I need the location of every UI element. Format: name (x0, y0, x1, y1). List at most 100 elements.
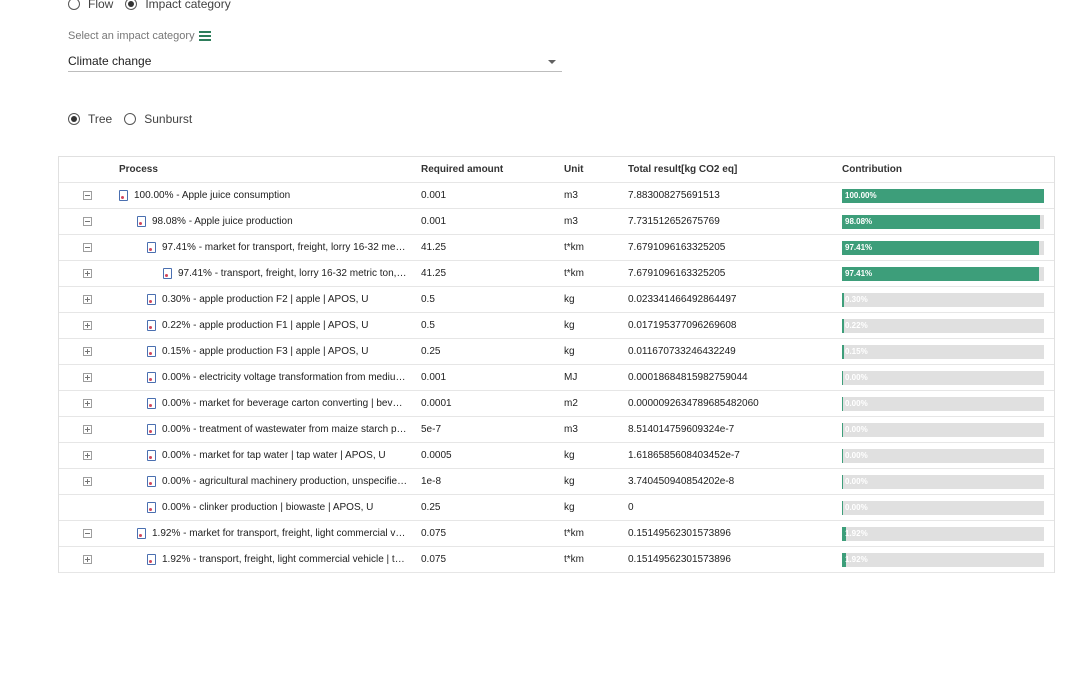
table-row[interactable]: 1.92% - market for transport, freight, l… (59, 521, 1054, 547)
contribution-label: 0.22% (845, 321, 868, 330)
unit-cell: kg (564, 346, 575, 357)
table-row[interactable]: 97.41% - transport, freight, lorry 16-32… (59, 261, 1054, 287)
table-row[interactable]: 0.30% - apple production F2 | apple | AP… (59, 287, 1054, 313)
table-row[interactable]: 98.08% - Apple juice production 0.001 m3 7.… (59, 209, 1054, 235)
contribution-bar-track: 98.08% (842, 215, 1044, 229)
table-row[interactable]: 0.00% - treatment of wastewater from mai… (59, 417, 1054, 443)
contribution-bar-fill (842, 423, 843, 437)
impact-category-radio-label[interactable]: Impact category (145, 0, 230, 11)
impact-category-select[interactable]: Climate change (68, 51, 562, 72)
expand-icon[interactable] (83, 347, 92, 356)
table-row[interactable]: 100.00% - Apple juice consumption 0.001 m3… (59, 183, 1054, 209)
process-name[interactable]: 0.30% - apple production F2 | apple | AP… (162, 287, 368, 313)
collapse-icon[interactable] (83, 217, 92, 226)
header-process[interactable]: Process (119, 157, 409, 183)
process-cell: 98.08% - Apple juice production (119, 209, 409, 235)
chevron-down-icon[interactable] (548, 60, 556, 64)
sunburst-radio[interactable] (124, 113, 137, 125)
contribution-bar-track: 0.15% (842, 345, 1044, 359)
contribution-cell: 100.00% (842, 183, 1047, 209)
required-amount-cell: 0.075 (421, 554, 447, 565)
row-toggle-cell (83, 365, 97, 391)
row-toggle-cell (83, 521, 97, 547)
contribution-label: 0.30% (845, 295, 868, 304)
list-icon[interactable] (198, 31, 211, 41)
table-row[interactable]: 0.00% - electricity voltage transformati… (59, 365, 1054, 391)
contribution-cell: 97.41% (842, 235, 1047, 261)
expand-icon[interactable] (83, 451, 92, 460)
expand-icon[interactable] (83, 425, 92, 434)
required-amount-cell: 0.5 (421, 294, 435, 305)
contribution-label: 0.00% (845, 451, 868, 460)
impact-category-radio[interactable] (125, 0, 138, 10)
table-row[interactable]: 97.41% - market for transport, freight, … (59, 235, 1054, 261)
table-row[interactable]: 0.00% - agricultural machinery productio… (59, 469, 1054, 495)
total-result-cell: 0.0000092634789685482060 (628, 398, 759, 409)
required-amount-cell: 0.001 (421, 190, 447, 201)
table-body: 100.00% - Apple juice consumption 0.001 m3… (59, 183, 1054, 573)
contribution-cell: 0.00% (842, 391, 1047, 417)
process-name[interactable]: 0.15% - apple production F3 | apple | AP… (162, 339, 368, 365)
expand-icon[interactable] (83, 399, 92, 408)
process-name[interactable]: 0.00% - clinker production | biowaste | … (162, 495, 373, 521)
table-row[interactable]: 0.22% - apple production F1 | apple | AP… (59, 313, 1054, 339)
required-amount-cell: 0.001 (421, 372, 447, 383)
table-row[interactable]: 0.00% - market for tap water | tap water… (59, 443, 1054, 469)
contribution-bar-track: 97.41% (842, 241, 1044, 255)
contribution-cell: 0.00% (842, 417, 1047, 443)
process-cell: 1.92% - transport, freight, light commer… (119, 547, 409, 573)
collapse-icon[interactable] (83, 243, 92, 252)
process-name[interactable]: 0.00% - market for tap water | tap water… (162, 443, 386, 469)
impact-category-select-label: Select an impact category (68, 30, 211, 42)
row-toggle-cell (83, 339, 97, 365)
table-row[interactable]: 1.92% - transport, freight, light commer… (59, 547, 1054, 573)
table-row[interactable]: 0.00% - clinker production | biowaste | … (59, 495, 1054, 521)
table-row[interactable]: 0.00% - market for beverage carton conve… (59, 391, 1054, 417)
contribution-label: 0.00% (845, 503, 868, 512)
collapse-icon[interactable] (83, 191, 92, 200)
expand-icon[interactable] (83, 373, 92, 382)
table-row[interactable]: 0.15% - apple production F3 | apple | AP… (59, 339, 1054, 365)
expand-icon[interactable] (83, 321, 92, 330)
process-cell: 97.41% - transport, freight, lorry 16-32… (119, 261, 409, 287)
process-name[interactable]: 0.00% - treatment of wastewater from mai… (162, 417, 408, 443)
contribution-bar-track: 0.30% (842, 293, 1044, 307)
contribution-bar-fill (842, 293, 844, 307)
process-name[interactable]: 0.00% - electricity voltage transformati… (162, 365, 408, 391)
expand-icon[interactable] (83, 295, 92, 304)
tree-radio-label[interactable]: Tree (88, 112, 112, 126)
expand-icon[interactable] (83, 269, 92, 278)
sunburst-radio-label[interactable]: Sunburst (144, 112, 192, 126)
unit-cell: MJ (564, 372, 578, 383)
process-name[interactable]: 100.00% - Apple juice consumption (134, 183, 290, 209)
process-cell: 0.00% - agricultural machinery productio… (119, 469, 409, 495)
process-icon (147, 345, 156, 357)
process-name[interactable]: 0.22% - apple production F1 | apple | AP… (162, 313, 368, 339)
process-name[interactable]: 0.00% - agricultural machinery productio… (162, 469, 408, 495)
row-toggle-cell (83, 183, 97, 209)
expand-icon[interactable] (83, 555, 92, 564)
header-contribution[interactable]: Contribution (842, 157, 1047, 183)
required-amount-cell: 0.075 (421, 528, 447, 539)
process-name[interactable]: 97.41% - transport, freight, lorry 16-32… (178, 261, 408, 287)
flow-radio-label[interactable]: Flow (88, 0, 113, 11)
process-cell: 0.30% - apple production F2 | apple | AP… (119, 287, 409, 313)
process-name[interactable]: 1.92% - market for transport, freight, l… (152, 521, 408, 547)
process-name[interactable]: 0.00% - market for beverage carton conve… (162, 391, 408, 417)
collapse-icon[interactable] (83, 529, 92, 538)
flow-radio[interactable] (68, 0, 80, 10)
required-amount-cell: 1e-8 (421, 476, 442, 487)
header-total-result[interactable]: Total result[kg CO2 eq] (628, 157, 828, 183)
process-name[interactable]: 98.08% - Apple juice production (152, 209, 293, 235)
total-result-cell: 8.514014759609324e-7 (628, 424, 735, 435)
process-icon (147, 501, 156, 513)
unit-cell: t*km (564, 554, 584, 565)
header-unit[interactable]: Unit (564, 157, 624, 183)
header-required-amount[interactable]: Required amount (421, 157, 551, 183)
process-name[interactable]: 97.41% - market for transport, freight, … (162, 235, 408, 261)
tree-radio[interactable] (68, 113, 80, 125)
contribution-label: 0.15% (845, 347, 868, 356)
expand-icon[interactable] (83, 477, 92, 486)
contribution-cell: 0.00% (842, 365, 1047, 391)
process-name[interactable]: 1.92% - transport, freight, light commer… (162, 547, 408, 573)
